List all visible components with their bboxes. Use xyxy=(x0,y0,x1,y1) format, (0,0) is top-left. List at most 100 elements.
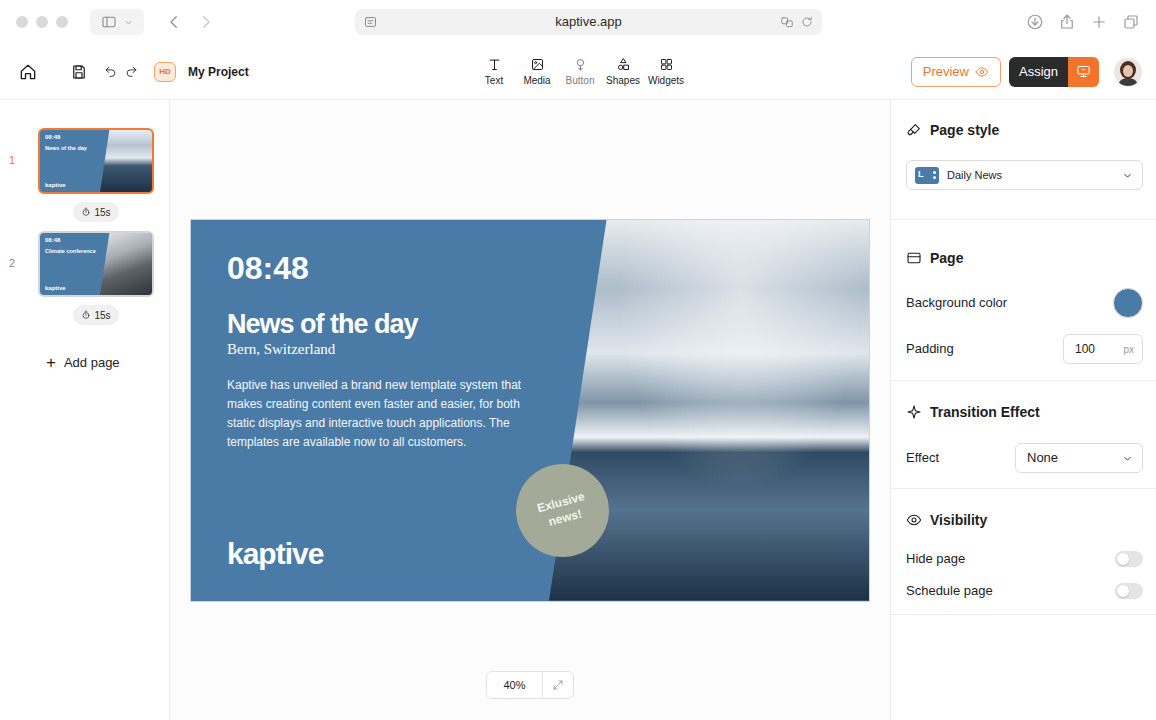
reader-icon[interactable] xyxy=(363,15,378,30)
duration-text: 15s xyxy=(94,308,110,323)
page-thumbnail[interactable]: 08:48News of the daykaptive xyxy=(38,128,154,194)
row-label: Background color xyxy=(906,293,1007,313)
monitor-icon xyxy=(1076,64,1091,79)
duration-text: 15s xyxy=(94,205,110,220)
translate-icon[interactable] xyxy=(780,15,794,29)
fit-button[interactable] xyxy=(543,672,573,698)
clock-text[interactable]: 08:48 xyxy=(227,250,833,286)
page-style-value: Daily News xyxy=(947,167,1121,184)
slide-badge[interactable]: Exlusive news! xyxy=(516,464,609,557)
slide-body[interactable]: Kaptive has unveiled a brand new templat… xyxy=(227,376,539,452)
thumbnail-logo: kaptive xyxy=(45,285,105,292)
tool-button[interactable]: Button xyxy=(561,57,599,87)
row-label: Effect xyxy=(906,448,939,468)
browser-toolbar: kaptive.app xyxy=(0,0,1156,44)
expand-icon xyxy=(552,679,564,691)
image-icon xyxy=(530,57,545,72)
redo-icon[interactable] xyxy=(125,65,138,78)
shapes-icon xyxy=(616,57,631,72)
assign-button[interactable]: Assign xyxy=(1009,57,1068,87)
zoom-button[interactable] xyxy=(56,16,68,28)
page-number: 1 xyxy=(8,128,38,194)
page-style-select[interactable]: L Daily News xyxy=(906,160,1143,190)
sidebar-icon xyxy=(101,14,117,30)
canvas: 08:48 News of the dayBern, Switzerland Kap… xyxy=(170,100,890,720)
timer-icon xyxy=(81,310,91,320)
toggle-label: Schedule page xyxy=(906,581,993,601)
minimize-button[interactable] xyxy=(36,16,48,28)
tool-button[interactable]: Media xyxy=(518,57,556,87)
thumbnail-title: News of the day xyxy=(45,145,105,152)
eye-icon xyxy=(975,65,989,79)
slide-photo[interactable] xyxy=(549,220,869,601)
save-icon[interactable] xyxy=(62,63,88,81)
user-avatar[interactable] xyxy=(1114,58,1142,86)
slide-title[interactable]: News of the day xyxy=(227,308,833,340)
tool-button[interactable]: Text xyxy=(475,57,513,87)
thumbnail-logo: kaptive xyxy=(45,182,105,189)
assign-display-button[interactable] xyxy=(1068,57,1099,87)
section-title: Transition Effect xyxy=(930,404,1040,420)
page-icon xyxy=(906,250,922,266)
color-swatch[interactable] xyxy=(1113,288,1143,318)
tool-label: Text xyxy=(485,75,503,87)
share-icon[interactable] xyxy=(1058,13,1076,31)
tool-button[interactable]: Widgets xyxy=(647,57,685,87)
close-button[interactable] xyxy=(16,16,28,28)
toggle-switch[interactable] xyxy=(1115,551,1143,567)
padding-value: 100 xyxy=(1075,340,1095,358)
new-tab-icon[interactable] xyxy=(1090,13,1108,31)
zoom-control: 40% xyxy=(486,671,574,699)
tabs-icon[interactable] xyxy=(1122,13,1140,31)
resolution-badge[interactable]: HD xyxy=(154,62,176,82)
refresh-icon[interactable] xyxy=(800,15,814,29)
window-controls xyxy=(16,16,68,28)
zoom-level[interactable]: 40% xyxy=(487,672,543,698)
preview-button[interactable]: Preview xyxy=(911,57,1001,87)
tool-button[interactable]: Shapes xyxy=(604,57,642,87)
slide[interactable]: 08:48 News of the dayBern, Switzerland Kap… xyxy=(190,219,870,602)
add-page-label: Add page xyxy=(64,353,120,373)
section-title: Page xyxy=(930,250,963,266)
text-icon xyxy=(487,57,502,72)
page-item[interactable]: 108:48News of the daykaptive xyxy=(8,128,169,194)
badge-text: Exlusive news! xyxy=(524,485,602,535)
tool-label: Widgets xyxy=(648,75,684,87)
layout-badge: L xyxy=(915,167,939,184)
properties-panel: Page styleLDaily NewsPageBackground colo… xyxy=(890,100,1156,720)
undo-icon[interactable] xyxy=(104,65,117,78)
forward-icon[interactable] xyxy=(194,10,218,34)
pages-panel: 108:48News of the daykaptive15s208:48Cli… xyxy=(0,100,170,720)
thumbnail-photo xyxy=(100,233,152,295)
layout-letter: L xyxy=(918,168,924,182)
add-page-button[interactable]: +Add page xyxy=(8,353,169,373)
project-name[interactable]: My Project xyxy=(188,63,249,81)
page-thumbnail[interactable]: 08:48 Climate conference kaptive xyxy=(38,231,154,297)
page-style-section: Page styleLDaily News xyxy=(891,100,1156,220)
tool-label: Button xyxy=(566,75,595,87)
back-icon[interactable] xyxy=(162,10,186,34)
thumbnail-time: 08:48 xyxy=(45,237,105,244)
address-text: kaptive.app xyxy=(555,12,622,32)
thumbnail-title: Climate conference xyxy=(45,248,105,255)
app-toolbar: HD My Project Text Media Button Shapes Widgets… xyxy=(0,44,1156,100)
sparkle-icon xyxy=(906,404,922,420)
row-label: Padding xyxy=(906,339,954,359)
tool-label: Media xyxy=(523,75,550,87)
page-section: Page Background color Padding 100px xyxy=(891,220,1156,381)
toggle-switch[interactable] xyxy=(1115,583,1143,599)
duration-pill[interactable]: 15s xyxy=(73,305,118,325)
page-item[interactable]: 208:48Climate conferencekaptive xyxy=(8,231,169,297)
sidebar-toggle[interactable] xyxy=(90,9,144,35)
duration-pill[interactable]: 15s xyxy=(73,202,118,222)
address-bar[interactable]: kaptive.app xyxy=(355,9,822,35)
download-icon[interactable] xyxy=(1026,13,1044,31)
tool-label: Shapes xyxy=(606,75,640,87)
slide-location[interactable]: Bern, Switzerland xyxy=(227,340,833,358)
timer-icon xyxy=(81,207,91,217)
visibility-section: VisibilityHide pageSchedule page xyxy=(891,489,1156,615)
thumbnail-photo xyxy=(100,130,152,192)
padding-input[interactable]: 100px xyxy=(1063,334,1143,364)
home-icon[interactable] xyxy=(18,62,38,82)
effect-select[interactable]: None xyxy=(1015,443,1143,473)
